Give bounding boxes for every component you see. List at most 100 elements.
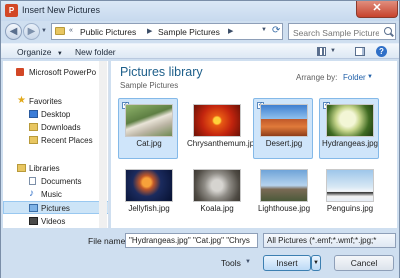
file-caption: Chrysanthemum.jpg xyxy=(187,139,259,148)
file-caption: Desert.jpg xyxy=(265,139,303,148)
insert-options-dropdown[interactable]: ▼ xyxy=(311,255,321,271)
arrange-by-label: Arrange by: xyxy=(296,73,338,82)
breadcrumb-overflow-icon[interactable]: « xyxy=(69,27,73,34)
back-button[interactable]: ◀ xyxy=(5,23,22,40)
insert-button[interactable]: Insert xyxy=(263,255,311,271)
nav-item-recent-places[interactable]: Recent Places xyxy=(3,134,108,146)
nav-item-music[interactable]: ♪ Music xyxy=(3,188,108,200)
organize-menu[interactable]: Organize ▼ xyxy=(17,47,63,57)
search-input[interactable] xyxy=(293,27,379,38)
file-tile-desert[interactable]: ✓ Desert.jpg xyxy=(253,98,313,159)
file-caption: Koala.jpg xyxy=(200,204,234,213)
breadcrumb-separator-icon[interactable]: ▶ xyxy=(228,27,233,35)
breadcrumb-public-pictures[interactable]: Public Pictures xyxy=(80,27,136,37)
file-type-filter-dropdown[interactable]: All Pictures (*.emf;*.wmf;*.jpg;* xyxy=(263,233,396,248)
nav-item-label: Microsoft PowerPo xyxy=(29,68,97,77)
nav-item-label: Downloads xyxy=(41,123,81,132)
nav-item-label: Videos xyxy=(41,217,66,226)
chrysanthemum-thumbnail xyxy=(193,104,241,137)
preview-pane-icon[interactable] xyxy=(355,47,365,56)
breadcrumb-separator-icon[interactable]: ▶ xyxy=(147,27,152,35)
new-folder-button[interactable]: New folder xyxy=(75,47,116,57)
koala-thumbnail xyxy=(193,169,241,202)
file-caption: Hydrangeas.jpg xyxy=(321,139,379,148)
address-bar[interactable]: « Public Pictures ▶ Sample Pictures ▶ ▼ … xyxy=(51,23,283,40)
chevron-down-icon: ▼ xyxy=(56,51,63,57)
file-name-label: File name: xyxy=(88,236,128,246)
recent-places-icon xyxy=(29,136,38,144)
address-history-dropdown[interactable]: ▼ xyxy=(261,27,267,33)
jellyfish-thumbnail xyxy=(125,169,173,202)
change-view-icon[interactable] xyxy=(317,47,326,56)
file-tile-chrysanthemum[interactable]: Chrysanthemum.jpg xyxy=(186,98,259,159)
nav-item-label: Libraries xyxy=(29,164,60,173)
file-caption: Cat.jpg xyxy=(136,139,162,148)
nav-item-label: Pictures xyxy=(41,204,70,213)
nav-item-pictures[interactable]: Pictures xyxy=(3,201,108,214)
nav-item-videos[interactable]: Videos xyxy=(3,215,108,227)
title-bar: P Insert New Pictures ✕ xyxy=(1,1,399,21)
file-tile-koala[interactable]: Koala.jpg xyxy=(186,163,246,224)
nav-item-favorites[interactable]: ★ Favorites xyxy=(3,95,108,107)
file-tile-jellyfish[interactable]: Jellyfish.jpg xyxy=(118,163,178,224)
dialog-footer: File name: "Hydrangeas.jpg" "Cat.jpg" "C… xyxy=(1,229,399,278)
cancel-button[interactable]: Cancel xyxy=(334,255,394,271)
file-tile-lighthouse[interactable]: Lighthouse.jpg xyxy=(253,163,313,224)
documents-icon xyxy=(29,177,36,185)
close-icon: ✕ xyxy=(372,2,382,14)
forward-arrow-icon: ▶ xyxy=(27,26,36,37)
nav-item-label: Documents xyxy=(41,177,82,186)
lighthouse-thumbnail xyxy=(260,169,308,202)
refresh-icon[interactable]: ⟳ xyxy=(272,25,280,36)
library-subtitle: Sample Pictures xyxy=(120,81,179,90)
chevron-down-icon[interactable]: ▼ xyxy=(245,259,251,265)
view-options-dropdown[interactable]: ▼ xyxy=(330,48,336,54)
file-caption: Lighthouse.jpg xyxy=(257,204,311,213)
nav-item-label: Desktop xyxy=(41,110,71,119)
forward-button[interactable]: ▶ xyxy=(23,23,40,40)
nav-item-label: Favorites xyxy=(29,97,62,106)
desert-thumbnail xyxy=(260,104,308,137)
nav-pane-scrollbar[interactable] xyxy=(99,61,107,228)
desktop-icon xyxy=(29,110,38,118)
window-title: Insert New Pictures xyxy=(22,5,101,15)
search-icon[interactable] xyxy=(384,27,392,35)
close-button[interactable]: ✕ xyxy=(356,1,398,18)
chevron-down-icon[interactable]: ▼ xyxy=(367,74,373,80)
folder-icon xyxy=(55,27,65,35)
help-icon[interactable]: ? xyxy=(376,46,387,57)
library-title: Pictures library xyxy=(120,65,203,79)
libraries-icon xyxy=(17,164,26,172)
file-caption: Jellyfish.jpg xyxy=(128,204,170,213)
powerpoint-icon: P xyxy=(5,4,18,17)
powerpoint-icon xyxy=(16,68,24,76)
tools-menu[interactable]: Tools xyxy=(221,258,241,268)
nav-item-powerpoint[interactable]: Microsoft PowerPo xyxy=(3,66,108,78)
arrange-by-dropdown[interactable]: Folder xyxy=(343,73,366,82)
music-icon: ♪ xyxy=(29,188,34,199)
downloads-icon xyxy=(29,123,38,131)
nav-item-label: Music xyxy=(41,190,62,199)
file-caption: Penguins.jpg xyxy=(326,204,374,213)
hydrangeas-thumbnail xyxy=(326,104,374,137)
search-box[interactable] xyxy=(288,23,396,40)
penguins-thumbnail xyxy=(326,169,374,202)
organize-label: Organize xyxy=(17,47,52,57)
command-bar: Organize ▼ New folder ▼ ? xyxy=(1,43,399,59)
recent-locations-dropdown[interactable]: ▼ xyxy=(41,26,49,36)
nav-item-libraries[interactable]: Libraries xyxy=(3,162,108,174)
file-tile-penguins[interactable]: Penguins.jpg xyxy=(319,163,379,224)
nav-item-downloads[interactable]: Downloads xyxy=(3,121,108,133)
back-arrow-icon: ◀ xyxy=(9,26,18,37)
file-name-field[interactable]: "Hydrangeas.jpg" "Cat.jpg" "Chrys xyxy=(125,233,258,248)
navigation-pane: Microsoft PowerPo ★ Favorites Desktop Do… xyxy=(3,61,109,228)
breadcrumb-sample-pictures[interactable]: Sample Pictures xyxy=(158,27,220,37)
insert-pictures-dialog: P Insert New Pictures ✕ ◀ ▶ ▼ « Public P… xyxy=(0,0,400,278)
nav-item-desktop[interactable]: Desktop xyxy=(3,108,108,120)
nav-item-documents[interactable]: Documents xyxy=(3,175,108,187)
cat-thumbnail xyxy=(125,104,173,137)
nav-item-label: Recent Places xyxy=(41,136,93,145)
file-tile-cat[interactable]: ✓ Cat.jpg xyxy=(118,98,178,159)
file-list-pane: Pictures library Sample Pictures Arrange… xyxy=(111,61,397,228)
file-tile-hydrangeas[interactable]: ✓ Hydrangeas.jpg xyxy=(319,98,379,159)
